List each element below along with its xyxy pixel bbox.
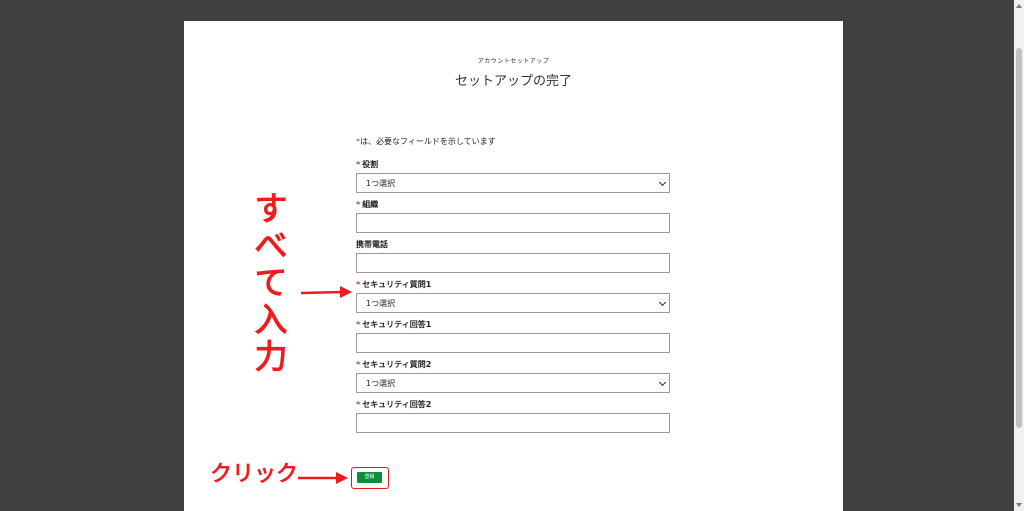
field-label-text: セキュリティ回答1 — [362, 320, 432, 329]
chevron-down-icon — [658, 178, 667, 187]
field-label-text: セキュリティ回答2 — [362, 400, 432, 409]
select-value: 1つ選択 — [366, 299, 396, 308]
required-asterisk: * — [356, 280, 361, 289]
scroll-up-icon[interactable] — [1016, 4, 1022, 8]
page-title: セットアップの完了 — [454, 74, 572, 89]
security-answer-1-input[interactable] — [356, 333, 670, 353]
field-label: 携帯電話 — [356, 239, 670, 250]
scroll-down-icon[interactable] — [1016, 503, 1022, 507]
annotation-click: クリック — [210, 462, 299, 487]
field-security-answer-2: * セキュリティ回答2 — [356, 399, 670, 433]
submit-highlight-box: 登録 — [351, 467, 389, 489]
field-organization: * 組織 — [356, 199, 670, 233]
field-label: * 組織 — [356, 199, 670, 210]
field-role: * 役割 1つ選択 — [356, 159, 670, 193]
required-note-text: は、必要なフィールドを示しています — [360, 137, 496, 146]
page-scrollbar[interactable] — [1014, 0, 1024, 511]
annotation-char: 入 — [254, 300, 288, 339]
required-note: *は、必要なフィールドを示しています — [356, 136, 670, 147]
page-eyebrow: アカウントセットアップ — [477, 58, 550, 65]
chevron-down-icon — [658, 298, 667, 307]
annotation-char: べ — [254, 226, 288, 265]
field-label: * セキュリティ回答2 — [356, 399, 670, 410]
role-select[interactable]: 1つ選択 — [356, 173, 670, 193]
annotation-fill-all: す べ て 入 力 — [249, 190, 293, 375]
security-question-2-select[interactable]: 1つ選択 — [356, 373, 670, 393]
field-label: * セキュリティ質問2 — [356, 359, 670, 370]
field-security-answer-1: * セキュリティ回答1 — [356, 319, 670, 353]
field-label-text: セキュリティ質問1 — [362, 280, 432, 289]
field-label-text: 組織 — [362, 200, 379, 209]
field-security-question-1: * セキュリティ質問1 1つ選択 — [356, 279, 670, 313]
security-question-1-select[interactable]: 1つ選択 — [356, 293, 670, 313]
annotation-char: 力 — [254, 337, 288, 376]
field-label-text: 役割 — [362, 160, 379, 169]
annotation-char: す — [254, 189, 288, 228]
select-value: 1つ選択 — [366, 379, 396, 388]
required-asterisk: * — [356, 200, 361, 209]
annotation-char: て — [254, 263, 288, 302]
field-security-question-2: * セキュリティ質問2 1つ選択 — [356, 359, 670, 393]
mobile-phone-input[interactable] — [356, 253, 670, 273]
organization-input[interactable] — [356, 213, 670, 233]
required-asterisk: * — [356, 400, 361, 409]
select-value: 1つ選択 — [366, 179, 396, 188]
setup-form: *は、必要なフィールドを示しています * 役割 1つ選択 * 組織 携帯電話 * セキ… — [356, 136, 670, 439]
required-asterisk: * — [356, 360, 361, 369]
required-asterisk: * — [356, 320, 361, 329]
field-label-text: セキュリティ質問2 — [362, 360, 432, 369]
scroll-thumb[interactable] — [1016, 48, 1022, 428]
field-mobile: 携帯電話 — [356, 239, 670, 273]
chevron-down-icon — [658, 378, 667, 387]
field-label: * セキュリティ質問1 — [356, 279, 670, 290]
register-button[interactable]: 登録 — [357, 472, 382, 483]
field-label: * 役割 — [356, 159, 670, 170]
security-answer-2-input[interactable] — [356, 413, 670, 433]
field-label-text: 携帯電話 — [356, 240, 388, 249]
field-label: * セキュリティ回答1 — [356, 319, 670, 330]
required-asterisk: * — [356, 160, 361, 169]
